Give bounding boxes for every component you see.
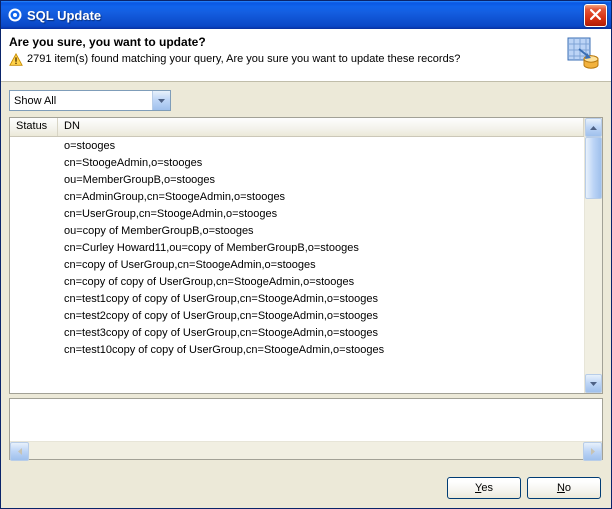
table-row[interactable]: cn=test1copy of copy of UserGroup,cn=Sto… <box>10 290 584 307</box>
table-row[interactable]: cn=copy of copy of UserGroup,cn=StoogeAd… <box>10 273 584 290</box>
cell-dn: cn=test1copy of copy of UserGroup,cn=Sto… <box>58 293 584 305</box>
table-row[interactable]: cn=test3copy of copy of UserGroup,cn=Sto… <box>10 324 584 341</box>
header-title: Are you sure, you want to update? <box>9 35 563 49</box>
cell-dn: cn=test2copy of copy of UserGroup,cn=Sto… <box>58 310 584 322</box>
table-header-row: Status DN <box>10 118 584 137</box>
scroll-thumb[interactable] <box>585 137 602 199</box>
table-row[interactable]: cn=test10copy of copy of UserGroup,cn=St… <box>10 341 584 358</box>
scroll-left-button[interactable] <box>10 442 29 461</box>
dialog-window: SQL Update Are you sure, you want to upd… <box>0 0 612 509</box>
cell-dn: cn=UserGroup,cn=StoogeAdmin,o=stooges <box>58 208 584 220</box>
results-table: Status DN o=stooges cn=StoogeAdmin,o=stoo… <box>9 117 603 394</box>
titlebar[interactable]: SQL Update <box>1 1 611 29</box>
close-button[interactable] <box>584 4 607 27</box>
no-button[interactable]: No <box>527 477 601 499</box>
table-row[interactable]: cn=AdminGroup,cn=StoogeAdmin,o=stooges <box>10 188 584 205</box>
table-row[interactable]: cn=UserGroup,cn=StoogeAdmin,o=stooges <box>10 205 584 222</box>
cell-dn: cn=copy of copy of UserGroup,cn=StoogeAd… <box>58 276 584 288</box>
yes-button[interactable]: Yes <box>447 477 521 499</box>
column-header-dn[interactable]: DN <box>58 118 584 136</box>
cell-dn: cn=copy of UserGroup,cn=StoogeAdmin,o=st… <box>58 259 584 271</box>
button-footer: Yes No <box>1 468 611 508</box>
chevron-down-icon <box>152 91 170 110</box>
warning-icon <box>9 53 23 70</box>
cell-dn: cn=Curley Howard11,ou=copy of MemberGrou… <box>58 242 584 254</box>
cell-dn: o=stooges <box>58 140 584 152</box>
scroll-right-button[interactable] <box>583 442 602 461</box>
header-message: 2791 item(s) found matching your query, … <box>27 53 460 65</box>
detail-textarea[interactable] <box>9 398 603 460</box>
filter-row: Show All <box>9 90 603 111</box>
cell-dn: ou=MemberGroupB,o=stooges <box>58 174 584 186</box>
app-icon <box>7 7 23 23</box>
cell-dn: cn=test3copy of copy of UserGroup,cn=Sto… <box>58 327 584 339</box>
close-icon <box>590 8 601 23</box>
table-row[interactable]: cn=copy of UserGroup,cn=StoogeAdmin,o=st… <box>10 256 584 273</box>
horizontal-scrollbar[interactable] <box>10 441 602 459</box>
window-title: SQL Update <box>27 8 584 23</box>
textarea-content <box>10 399 602 441</box>
header-area: Are you sure, you want to update? 2791 i… <box>1 29 611 82</box>
table-row[interactable]: o=stooges <box>10 137 584 154</box>
cell-dn: ou=copy of MemberGroupB,o=stooges <box>58 225 584 237</box>
filter-combobox[interactable]: Show All <box>9 90 171 111</box>
scroll-down-button[interactable] <box>585 374 602 393</box>
hscroll-track[interactable] <box>29 442 583 459</box>
cell-dn: cn=test10copy of copy of UserGroup,cn=St… <box>58 344 584 356</box>
cell-dn: cn=StoogeAdmin,o=stooges <box>58 157 584 169</box>
table-row[interactable]: ou=MemberGroupB,o=stooges <box>10 171 584 188</box>
body-area: Show All Status DN o=stooges cn=StoogeAdm… <box>1 82 611 468</box>
cell-dn: cn=AdminGroup,cn=StoogeAdmin,o=stooges <box>58 191 584 203</box>
table-row[interactable]: cn=Curley Howard11,ou=copy of MemberGrou… <box>10 239 584 256</box>
scroll-track[interactable] <box>585 137 602 374</box>
header-graphic-icon <box>563 35 603 71</box>
column-header-status[interactable]: Status <box>10 118 58 136</box>
table-row[interactable]: cn=test2copy of copy of UserGroup,cn=Sto… <box>10 307 584 324</box>
vertical-scrollbar[interactable] <box>584 118 602 393</box>
table-row[interactable]: cn=StoogeAdmin,o=stooges <box>10 154 584 171</box>
filter-selected-text: Show All <box>10 95 152 107</box>
scroll-up-button[interactable] <box>585 118 602 137</box>
table-row[interactable]: ou=copy of MemberGroupB,o=stooges <box>10 222 584 239</box>
